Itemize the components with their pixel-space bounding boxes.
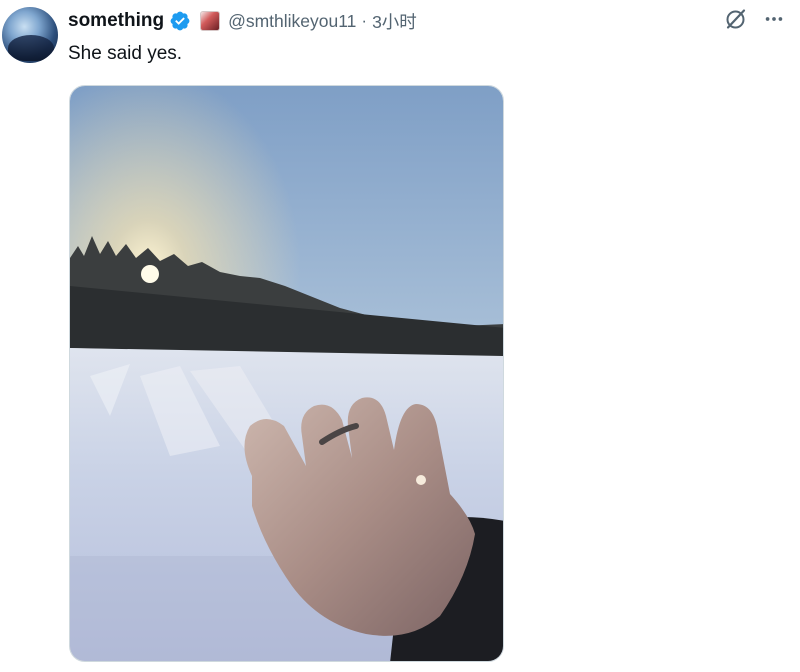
display-name[interactable]: something [68,10,164,32]
author-handle[interactable]: @smthlikeyou11 [228,11,356,32]
more-options-icon [763,8,785,35]
separator-dot: · [361,11,368,30]
timestamp[interactable]: 3小时 [372,9,417,34]
grok-icon [724,7,748,36]
avatar[interactable] [2,7,58,63]
verified-badge-icon[interactable] [169,10,191,32]
photo-snow-hand-ring [70,86,503,661]
more-options-button[interactable] [757,7,791,35]
tweet-text: She said yes. [68,43,183,64]
tweet-header: something @smthlikeyou11 · 3小时 [68,8,417,34]
tweet-photo[interactable] [69,85,504,662]
affiliate-badge[interactable] [200,11,221,31]
grok-button[interactable] [722,7,750,35]
tweet[interactable]: something @smthlikeyou11 · 3小时 She said … [0,0,800,672]
avatar-figure [8,35,54,61]
